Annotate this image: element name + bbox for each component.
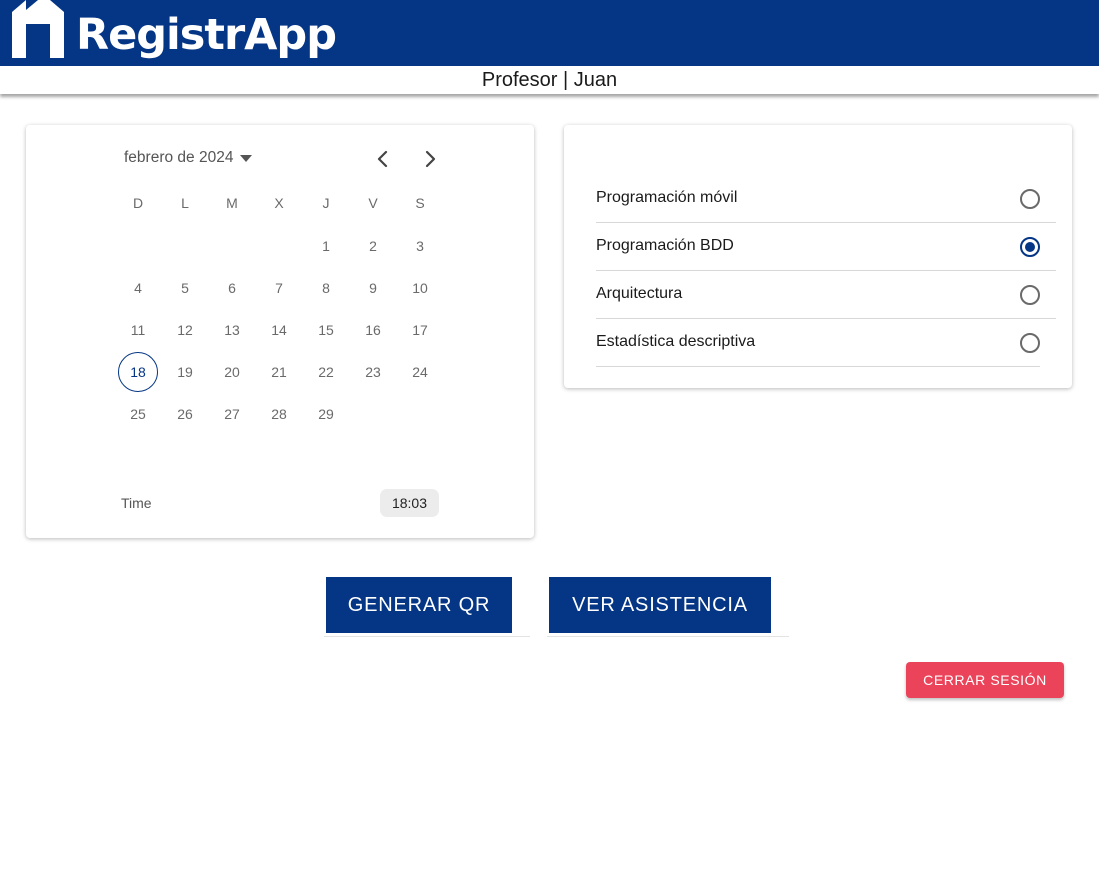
- subject-option[interactable]: Programación BDD: [596, 223, 1056, 271]
- weekday-header: L: [181, 195, 189, 211]
- subject-option-label: Programación BDD: [596, 237, 734, 254]
- calendar-day[interactable]: 17: [400, 310, 440, 350]
- logout-button[interactable]: CERRAR SESIÓN: [906, 662, 1064, 698]
- calendar-day[interactable]: 26: [165, 394, 205, 434]
- weekday-header: S: [415, 195, 425, 211]
- month-year-selector[interactable]: febrero de 2024: [124, 149, 253, 167]
- calendar-day[interactable]: 7: [259, 268, 299, 308]
- calendar-day[interactable]: 22: [306, 352, 346, 392]
- subject-option[interactable]: Arquitectura: [596, 271, 1056, 319]
- radio-unchecked-icon[interactable]: [1020, 333, 1040, 353]
- calendar-day[interactable]: 11: [118, 310, 158, 350]
- calendar-day[interactable]: 3: [400, 226, 440, 266]
- radio-unchecked-icon[interactable]: [1020, 285, 1040, 305]
- caret-down-icon: [240, 155, 253, 162]
- user-role-name: Profesor | Juan: [481, 69, 618, 91]
- calendar-day[interactable]: 25: [118, 394, 158, 434]
- calendar-day[interactable]: 13: [212, 310, 252, 350]
- calendar-day[interactable]: 15: [306, 310, 346, 350]
- radio-unchecked-icon[interactable]: [1020, 189, 1040, 209]
- calendar-day[interactable]: 12: [165, 310, 205, 350]
- calendar-day[interactable]: 1: [306, 226, 346, 266]
- weekday-header: M: [226, 195, 238, 211]
- app-header: RegistrApp: [0, 0, 1099, 66]
- chevron-left-icon[interactable]: [371, 147, 395, 171]
- weekday-header: J: [322, 195, 330, 211]
- subject-option[interactable]: Estadística descriptiva: [596, 319, 1040, 367]
- subject-option-label: Estadística descriptiva: [596, 333, 756, 350]
- calendar-day[interactable]: 19: [165, 352, 205, 392]
- calendar-day[interactable]: 16: [353, 310, 393, 350]
- view-attendance-button[interactable]: VER ASISTENCIA: [549, 577, 771, 633]
- month-year-label: febrero de 2024: [124, 149, 234, 166]
- calendar-day[interactable]: 5: [165, 268, 205, 308]
- time-label: Time: [121, 495, 152, 511]
- calendar-day[interactable]: 28: [259, 394, 299, 434]
- calendar-day[interactable]: 2: [353, 226, 393, 266]
- calendar-day[interactable]: 21: [259, 352, 299, 392]
- weekday-header: X: [274, 195, 284, 211]
- calendar-day[interactable]: 20: [212, 352, 252, 392]
- calendar-day-selected[interactable]: 18: [118, 352, 158, 392]
- calendar-day[interactable]: 23: [353, 352, 393, 392]
- chevron-right-icon[interactable]: [418, 147, 442, 171]
- subject-option-label: Arquitectura: [596, 285, 683, 302]
- calendar-day[interactable]: 24: [400, 352, 440, 392]
- weekday-header: D: [132, 195, 144, 211]
- radio-checked-icon[interactable]: [1020, 237, 1040, 257]
- subject-option[interactable]: Programación móvil: [596, 175, 1056, 223]
- time-picker-button[interactable]: 18:03: [380, 489, 439, 517]
- divider: [324, 636, 530, 637]
- app-title: RegistrApp: [76, 10, 337, 60]
- calendar-day[interactable]: 10: [400, 268, 440, 308]
- calendar-day[interactable]: 8: [306, 268, 346, 308]
- calendar-day[interactable]: 9: [353, 268, 393, 308]
- calendar-day[interactable]: 27: [212, 394, 252, 434]
- subjects-card: Programación móvil Programación BDD Arquit…: [564, 125, 1072, 388]
- calendar-card: febrero de 2024 D L M X J V S 1 2 3 4 5 6 7 8 9 10 11 12 13…: [26, 125, 534, 538]
- house-mark-icon: [12, 0, 64, 58]
- divider: [547, 636, 789, 637]
- user-bar: Profesor | Juan: [0, 66, 1099, 94]
- calendar-day[interactable]: 14: [259, 310, 299, 350]
- calendar-day[interactable]: 4: [118, 268, 158, 308]
- generate-qr-button[interactable]: GENERAR QR: [326, 577, 512, 633]
- subject-option-label: Programación móvil: [596, 189, 738, 206]
- calendar-day[interactable]: 6: [212, 268, 252, 308]
- weekday-header: V: [368, 195, 378, 211]
- calendar-day[interactable]: 29: [306, 394, 346, 434]
